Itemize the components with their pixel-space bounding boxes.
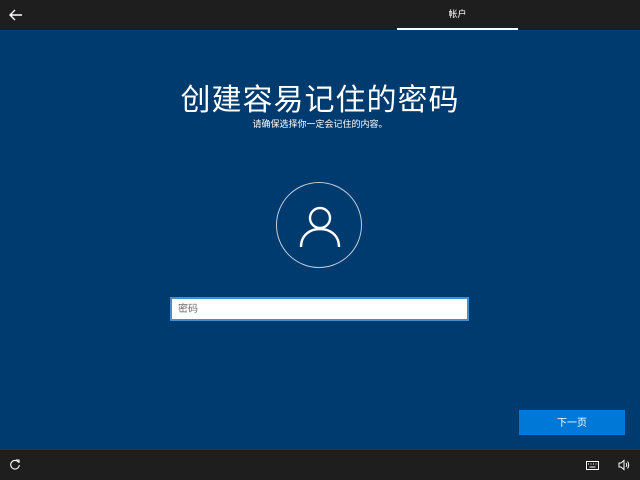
volume-button[interactable]: [617, 458, 631, 472]
main-panel: 创建容易记住的密码 请确保选择你一定会记住的内容。 下一页: [0, 30, 640, 450]
keyboard-button[interactable]: [585, 458, 599, 472]
password-input[interactable]: [170, 297, 469, 321]
tab-account-label: 帐户: [448, 10, 467, 20]
page-subtitle: 请确保选择你一定会记住的内容。: [252, 120, 388, 130]
keyboard-icon: [585, 460, 599, 470]
volume-icon: [618, 459, 630, 471]
accessibility-icon: [10, 459, 20, 470]
user-icon: [299, 206, 341, 248]
avatar: [276, 182, 362, 268]
page-title: 创建容易记住的密码: [180, 83, 460, 118]
bottom-bar: [0, 450, 640, 480]
back-arrow-icon: [9, 9, 22, 21]
accessibility-button[interactable]: [8, 458, 22, 472]
back-button[interactable]: [6, 5, 26, 25]
next-button[interactable]: 下一页: [519, 410, 625, 435]
top-bar: 帐户: [0, 0, 640, 30]
tab-account: 帐户: [397, 0, 518, 30]
